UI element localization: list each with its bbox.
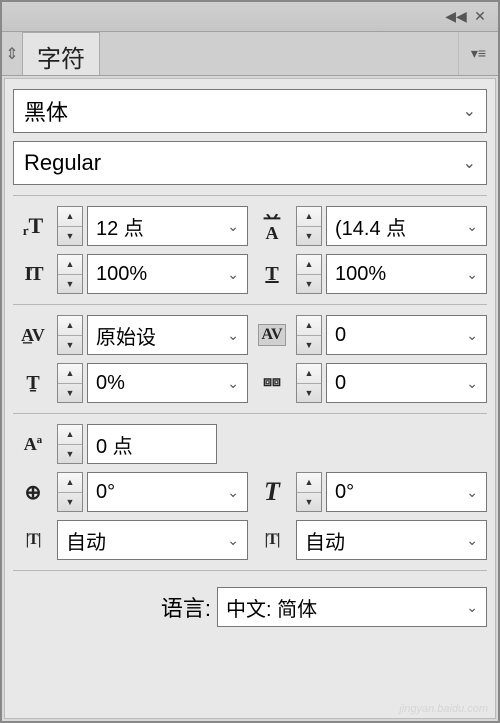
chevron-down-icon: ⌄ [466, 327, 478, 344]
grid-icon: ⧈⧈ [252, 363, 292, 403]
skew-value: 0° [335, 481, 354, 504]
baseline-pct-value: 0% [96, 372, 125, 395]
width-box-icon [13, 520, 53, 560]
baseline2-stepper[interactable]: ▲▼ [296, 363, 322, 403]
size-section: ▲▼ 12 点 ⌄ 䒑A ▲▼ (14.4 点 ⌄ [13, 206, 487, 305]
tracking-icon: AV [252, 315, 292, 355]
rotation-value: 0° [96, 481, 115, 504]
baseline2-input[interactable]: 0 ⌄ [326, 363, 487, 403]
chevron-down-icon: ⌄ [463, 153, 476, 173]
skew-input[interactable]: 0° ⌄ [326, 472, 487, 512]
chevron-down-icon: ⌄ [227, 327, 239, 344]
chevron-down-icon: ⌄ [466, 266, 478, 283]
baseline-pct-input[interactable]: 0% ⌄ [87, 363, 248, 403]
tab-row: ⇕ 字符 ▾≡ [2, 32, 498, 76]
height-box-icon [252, 520, 292, 560]
font-family-value: 黑体 [24, 95, 68, 127]
chevron-down-icon: ⌄ [227, 532, 239, 549]
leading-input[interactable]: (14.4 点 ⌄ [326, 206, 487, 246]
leading-value: (14.4 点 [335, 212, 406, 241]
horizontal-scale-icon [252, 254, 292, 294]
font-size-stepper[interactable]: ▲▼ [57, 206, 83, 246]
tracking-input[interactable]: 0 ⌄ [326, 315, 487, 355]
font-style-dropdown[interactable]: Regular ⌄ [13, 141, 487, 185]
font-family-dropdown[interactable]: 黑体 ⌄ [13, 89, 487, 133]
rotation-stepper[interactable]: ▲▼ [57, 472, 83, 512]
chevron-down-icon: ⌄ [466, 218, 478, 235]
collapse-icon[interactable]: ◀◀ [444, 7, 468, 27]
titlebar: ◀◀ ✕ [2, 2, 498, 32]
chevron-down-icon: ⌄ [227, 218, 239, 235]
baseline-shift-icon [13, 424, 53, 464]
panel-menu-icon[interactable]: ▾≡ [458, 32, 498, 75]
kerning-stepper[interactable]: ▲▼ [57, 315, 83, 355]
chevron-down-icon: ⌄ [466, 484, 478, 501]
font-style-value: Regular [24, 150, 101, 176]
tracking-value: 0 [335, 324, 346, 347]
font-section: 黑体 ⌄ Regular ⌄ [13, 89, 487, 196]
close-icon[interactable]: ✕ [468, 7, 492, 27]
spacing-section: ▲▼ 原始设 ⌄ AV ▲▼ 0 ⌄ [13, 315, 487, 414]
language-row: 语言: 中文: 简体 ⌄ [13, 581, 487, 627]
kerning-value: 原始设 [96, 321, 156, 350]
baseline2-value: 0 [335, 372, 346, 395]
auto2-value: 自动 [305, 526, 345, 555]
vertical-scale-value: 100% [96, 263, 147, 286]
language-label: 语言: [161, 591, 211, 623]
advanced-section: ▲▼ 0 点 ▲▼ 0° ⌄ T ▲▼ [13, 424, 487, 571]
chevron-down-icon: ⌄ [463, 101, 476, 121]
horizontal-scale-stepper[interactable]: ▲▼ [296, 254, 322, 294]
horizontal-scale-value: 100% [335, 263, 386, 286]
shift-value: 0 点 [96, 430, 133, 459]
font-size-value: 12 点 [96, 212, 144, 241]
vertical-scale-icon [13, 254, 53, 294]
horizontal-scale-input[interactable]: 100% ⌄ [326, 254, 487, 294]
kerning-icon [13, 315, 53, 355]
vertical-scale-input[interactable]: 100% ⌄ [87, 254, 248, 294]
language-value: 中文: 简体 [226, 593, 317, 622]
chevron-down-icon: ⌄ [466, 532, 478, 549]
auto2-input[interactable]: 自动 ⌄ [296, 520, 487, 560]
character-panel: ◀◀ ✕ ⇕ 字符 ▾≡ 黑体 ⌄ Regular ⌄ ▲▼ [0, 0, 500, 723]
baseline-shift-pct-icon [13, 363, 53, 403]
chevron-down-icon: ⌄ [466, 599, 478, 616]
rotation-icon [13, 472, 53, 512]
language-dropdown[interactable]: 中文: 简体 ⌄ [217, 587, 487, 627]
leading-icon: 䒑A [252, 206, 292, 246]
tracking-stepper[interactable]: ▲▼ [296, 315, 322, 355]
tab-label: 字符 [37, 39, 85, 74]
shift-stepper[interactable]: ▲▼ [57, 424, 83, 464]
leading-stepper[interactable]: ▲▼ [296, 206, 322, 246]
shift-input[interactable]: 0 点 [87, 424, 217, 464]
chevron-down-icon: ⌄ [466, 375, 478, 392]
font-size-input[interactable]: 12 点 ⌄ [87, 206, 248, 246]
auto1-value: 自动 [66, 526, 106, 555]
skew-stepper[interactable]: ▲▼ [296, 472, 322, 512]
panel-content: 黑体 ⌄ Regular ⌄ ▲▼ 12 点 ⌄ 䒑A [4, 78, 496, 719]
skew-icon: T [252, 472, 292, 512]
grip-icon[interactable]: ⇕ [2, 32, 22, 75]
vertical-scale-stepper[interactable]: ▲▼ [57, 254, 83, 294]
font-size-icon [13, 206, 53, 246]
auto1-input[interactable]: 自动 ⌄ [57, 520, 248, 560]
chevron-down-icon: ⌄ [227, 266, 239, 283]
chevron-down-icon: ⌄ [227, 484, 239, 501]
chevron-down-icon: ⌄ [227, 375, 239, 392]
kerning-input[interactable]: 原始设 ⌄ [87, 315, 248, 355]
tab-character[interactable]: 字符 [22, 32, 100, 75]
rotation-input[interactable]: 0° ⌄ [87, 472, 248, 512]
baseline-pct-stepper[interactable]: ▲▼ [57, 363, 83, 403]
